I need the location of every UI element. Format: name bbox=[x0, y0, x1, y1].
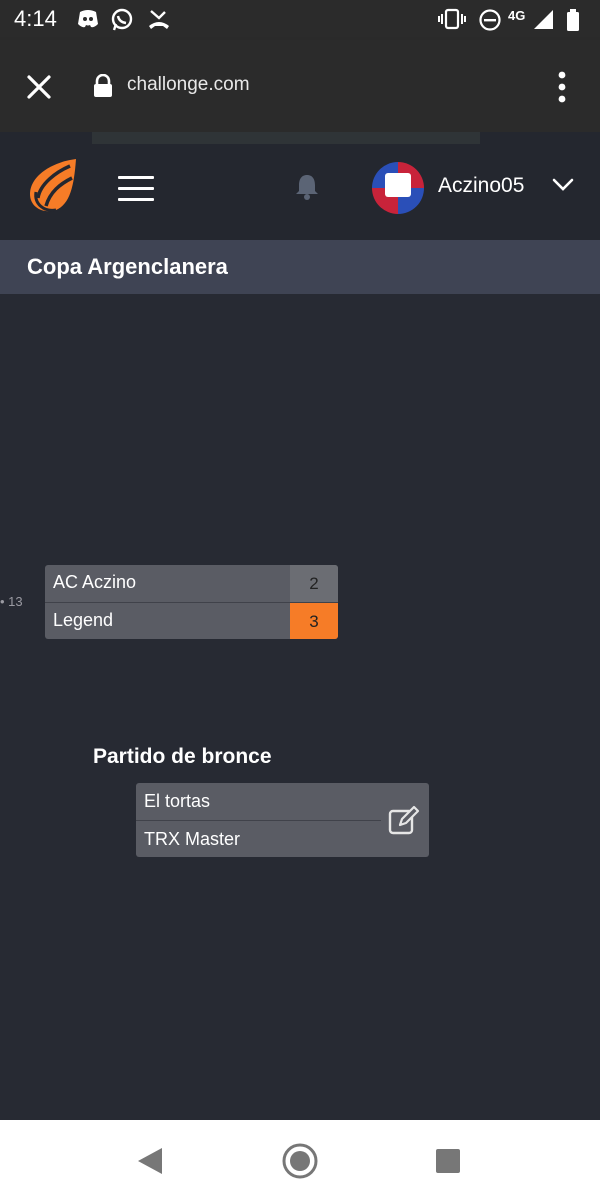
status-bar: 4:14 4G bbox=[0, 0, 600, 40]
match-number: • 13 bbox=[0, 594, 23, 609]
player-score: 2 bbox=[290, 565, 338, 602]
match-row-player-1[interactable]: El tortas bbox=[136, 783, 429, 820]
system-nav-bar bbox=[0, 1120, 600, 1200]
missed-call-icon bbox=[149, 10, 169, 29]
final-match[interactable]: AC Aczino 2 Legend 3 bbox=[45, 565, 338, 639]
browser-toolbar: challonge.com bbox=[0, 40, 600, 132]
status-time: 4:14 bbox=[14, 6, 57, 31]
player-name: AC Aczino bbox=[53, 572, 137, 592]
chevron-down-icon[interactable] bbox=[552, 178, 574, 192]
discord-icon bbox=[78, 10, 98, 28]
player-name: El tortas bbox=[144, 791, 211, 811]
more-vert-icon[interactable] bbox=[552, 70, 572, 104]
header-top-strip bbox=[92, 132, 480, 144]
network-label: 4G bbox=[508, 8, 526, 23]
vibrate-icon bbox=[438, 8, 466, 30]
url-text[interactable]: challonge.com bbox=[127, 74, 250, 96]
username[interactable]: Aczino05 bbox=[438, 174, 524, 198]
avatar[interactable] bbox=[372, 162, 424, 214]
back-icon[interactable] bbox=[136, 1146, 164, 1176]
page-title: Copa Argenclanera bbox=[27, 254, 228, 279]
lock-icon bbox=[94, 74, 112, 97]
battery-icon bbox=[567, 9, 579, 31]
bronze-match[interactable]: El tortas TRX Master bbox=[136, 783, 429, 857]
app-header: Aczino05 bbox=[0, 132, 600, 240]
signal-icon bbox=[534, 10, 553, 29]
menu-hamburger-icon[interactable] bbox=[118, 176, 154, 201]
player-name: TRX Master bbox=[144, 829, 241, 849]
home-icon[interactable] bbox=[281, 1142, 319, 1180]
tournament-title-bar: Copa Argenclanera bbox=[0, 240, 600, 294]
notification-bell-icon[interactable] bbox=[294, 172, 320, 200]
winner-score: 3 bbox=[290, 603, 338, 639]
match-row-player-2[interactable]: TRX Master bbox=[136, 821, 429, 858]
match-row-player-1[interactable]: AC Aczino 2 bbox=[45, 565, 338, 602]
whatsapp-icon bbox=[111, 8, 133, 31]
match-row-player-2[interactable]: Legend 3 bbox=[45, 603, 338, 639]
edit-icon[interactable] bbox=[388, 805, 420, 835]
bronze-match-title: Partido de bronce bbox=[93, 745, 272, 768]
challonge-logo-icon[interactable] bbox=[26, 156, 80, 216]
close-icon[interactable] bbox=[24, 72, 54, 102]
recents-icon[interactable] bbox=[436, 1149, 460, 1173]
player-name: Legend bbox=[53, 610, 114, 630]
do-not-disturb-icon bbox=[479, 9, 501, 31]
